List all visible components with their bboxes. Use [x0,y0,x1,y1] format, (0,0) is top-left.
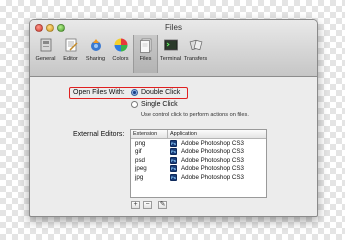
table-row[interactable]: png Ps Adobe Photoshop CS3 [131,139,266,148]
tab-files-label: Files [139,56,152,62]
application-name: Adobe Photoshop CS3 [181,139,244,147]
external-editors-label: External Editors: [73,131,125,138]
preferences-window: Files General Editor Sharing Colors File… [29,19,318,217]
extension-cell: psd [135,156,145,164]
tab-general[interactable]: General [33,35,58,73]
photoshop-icon: Ps [170,148,177,156]
extension-cell: jpg [135,173,144,181]
tab-sharing-label: Sharing [85,56,106,62]
preferences-toolbar: General Editor Sharing Colors Files Term… [33,35,208,73]
editor-icon [63,37,79,53]
colors-icon [113,37,129,53]
table-header: Extension Application [131,130,266,139]
table-row[interactable]: jpeg Ps Adobe Photoshop CS3 [131,165,266,174]
tab-files[interactable]: Files [133,35,158,73]
tab-colors-label: Colors [112,56,129,62]
extension-cell: png [135,139,146,147]
application-name: Adobe Photoshop CS3 [181,148,244,156]
external-editors-table[interactable]: Extension Application png Ps Adobe Photos… [130,129,267,198]
photoshop-icon: Ps [170,139,177,147]
single-click-label[interactable]: Single Click [141,101,178,108]
photoshop-icon: Ps [170,156,177,164]
general-icon [38,37,54,53]
tab-colors[interactable]: Colors [108,35,133,73]
application-name: Adobe Photoshop CS3 [181,165,244,173]
remove-button[interactable]: − [143,201,152,209]
application-name: Adobe Photoshop CS3 [181,156,244,164]
files-pane: Open Files With: Double Click Single Cli… [30,78,317,216]
application-name: Adobe Photoshop CS3 [181,173,244,181]
application-cell: Ps Adobe Photoshop CS3 [168,165,244,173]
table-row[interactable]: gif Ps Adobe Photoshop CS3 [131,148,266,157]
extension-cell: gif [135,148,142,156]
photoshop-icon: Ps [170,165,177,173]
terminal-icon [163,37,179,53]
files-icon [138,37,154,53]
sharing-icon [88,37,104,53]
edit-button[interactable]: ✎ [158,201,167,209]
table-buttons: + − ✎ [131,201,167,209]
tab-editor-label: Editor [63,56,78,62]
open-files-label: Open Files With: [73,89,125,96]
single-click-radio[interactable] [131,101,138,108]
transfers-icon [188,37,204,53]
double-click-radio[interactable] [131,89,138,96]
tab-terminal[interactable]: Terminal [158,35,183,73]
tab-general-label: General [35,56,56,62]
tab-sharing[interactable]: Sharing [83,35,108,73]
tab-terminal-label: Terminal [159,56,182,62]
table-row[interactable]: jpg Ps Adobe Photoshop CS3 [131,173,266,182]
title-bar: Files General Editor Sharing Colors File… [30,20,317,77]
table-row[interactable]: psd Ps Adobe Photoshop CS3 [131,156,266,165]
tab-transfers[interactable]: Transfers [183,35,208,73]
application-column-header[interactable]: Application [168,130,199,138]
application-cell: Ps Adobe Photoshop CS3 [168,139,244,147]
tab-transfers-label: Transfers [183,56,208,62]
tab-editor[interactable]: Editor [58,35,83,73]
add-button[interactable]: + [131,201,140,209]
application-cell: Ps Adobe Photoshop CS3 [168,156,244,164]
window-title: Files [165,23,182,32]
application-cell: Ps Adobe Photoshop CS3 [168,173,244,181]
photoshop-icon: Ps [170,173,177,181]
extension-cell: jpeg [135,165,147,173]
extension-column-header[interactable]: Extension [131,130,168,138]
double-click-label[interactable]: Double Click [141,89,180,96]
open-files-hint: Use control click to perform actions on … [141,112,249,118]
application-cell: Ps Adobe Photoshop CS3 [168,148,244,156]
